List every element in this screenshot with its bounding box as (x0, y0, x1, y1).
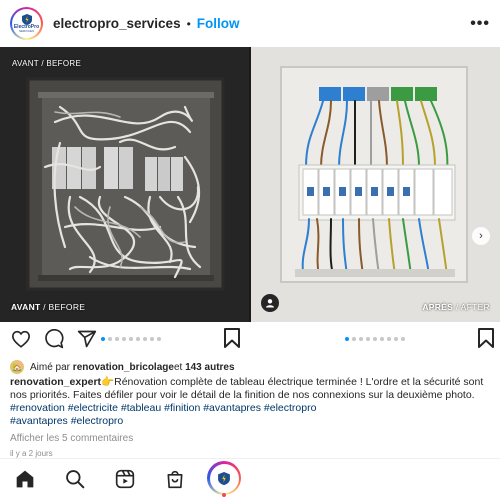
after-bottom-label-rest: / AFTER (453, 302, 490, 312)
caption-hashtags-line1[interactable]: #renovation #electricite #tableau #finit… (10, 402, 316, 414)
carousel-dot (359, 337, 363, 341)
carousel-dot (143, 337, 147, 341)
home-icon[interactable] (11, 465, 39, 493)
caption-author[interactable]: renovation_expert (10, 376, 101, 388)
carousel-dot (387, 337, 391, 341)
avatar-logo-subtext: SERVICES (18, 29, 35, 33)
carousel-indicator-right (345, 337, 405, 341)
bookmark-icon[interactable] (224, 328, 240, 353)
avatar[interactable]: ElectroPro SERVICES (10, 7, 43, 40)
likes-middle: et (173, 361, 183, 373)
caption-hashtags-line2[interactable]: #avantapres #electropro (10, 415, 123, 427)
next-slide-button[interactable]: › (472, 227, 490, 245)
before-photo: AVANT / BEFORE AVANT / BEFORE (0, 47, 249, 322)
carousel-dot (101, 337, 105, 341)
search-icon[interactable] (61, 465, 89, 493)
before-top-label: AVANT / BEFORE (12, 59, 82, 68)
after-bottom-label: APRÈS / AFTER (422, 302, 490, 312)
liker-username[interactable]: renovation_bricolage (73, 362, 174, 373)
carousel-dot (115, 337, 119, 341)
carousel-dot (108, 337, 112, 341)
carousel-dot (394, 337, 398, 341)
bookmark-icon-secondary[interactable] (478, 328, 494, 353)
bottom-nav (0, 458, 500, 500)
shop-icon[interactable] (161, 465, 189, 493)
heart-icon[interactable] (10, 328, 32, 350)
carousel-dot (150, 337, 154, 341)
carousel-dot (352, 337, 356, 341)
carousel-indicator-left (101, 337, 161, 341)
follow-button[interactable]: Follow (197, 16, 240, 31)
tagged-users-button[interactable] (261, 294, 279, 312)
carousel-dot (380, 337, 384, 341)
likes-count[interactable]: 143 autres (185, 362, 234, 373)
post-caption: renovation_expert👉Rénovation complète de… (10, 376, 492, 428)
carousel-dot (373, 337, 377, 341)
carousel-dot (345, 337, 349, 341)
after-bottom-label-bold: APRÈS (422, 302, 454, 312)
reels-icon[interactable] (111, 465, 139, 493)
carousel-dot (136, 337, 140, 341)
caption-emoji: 👉 (101, 376, 115, 388)
likes-prefix: Aimé par (30, 361, 71, 373)
profile-avatar (209, 463, 239, 493)
before-panel-illustration (0, 47, 249, 322)
post-media[interactable]: AVANT / BEFORE AVANT / BEFORE APRÈS / AF… (0, 47, 500, 322)
before-bottom-label: AVANT / BEFORE (11, 302, 85, 312)
after-panel-illustration (251, 47, 500, 322)
after-photo: APRÈS / AFTER (251, 47, 500, 322)
likes-line[interactable]: 🏡 Aimé par renovation_bricolage et 143 a… (10, 360, 235, 374)
carousel-dot (129, 337, 133, 341)
before-bottom-label-rest: / BEFORE (40, 302, 86, 312)
action-bar (0, 322, 500, 356)
more-options-icon[interactable]: ••• (470, 15, 490, 33)
carousel-dot (157, 337, 161, 341)
profile-icon[interactable] (207, 461, 241, 497)
share-icon[interactable] (76, 328, 98, 350)
before-bottom-label-bold: AVANT (11, 302, 41, 312)
separator-dot: • (186, 16, 191, 31)
user-tag-icon (266, 299, 274, 308)
liker-avatar: 🏡 (10, 360, 24, 374)
post-username[interactable]: electropro_services (53, 16, 181, 31)
shield-icon (218, 471, 230, 485)
view-comments-link[interactable]: Afficher les 5 commentaires (10, 433, 133, 444)
carousel-dot (401, 337, 405, 341)
comment-icon[interactable] (43, 328, 65, 350)
notification-dot (222, 493, 226, 497)
post-header: ElectroPro SERVICES electropro_services … (0, 0, 500, 47)
post-timestamp: il y a 2 jours (10, 449, 53, 458)
carousel-dot (122, 337, 126, 341)
avatar-logo: ElectroPro SERVICES (12, 9, 41, 38)
carousel-dot (366, 337, 370, 341)
